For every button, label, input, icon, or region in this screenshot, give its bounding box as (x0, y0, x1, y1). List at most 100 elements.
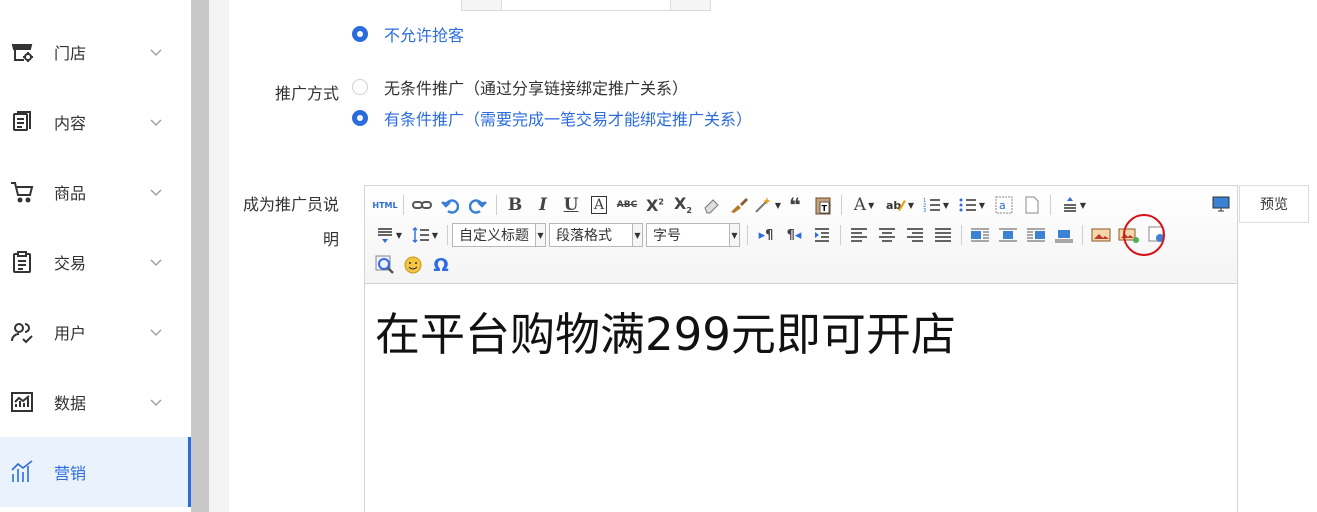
sidebar-item-content[interactable]: 内容 (0, 87, 191, 157)
html-source-button[interactable]: HTML (371, 192, 399, 218)
sidebar-item-label: 用户 (54, 324, 87, 343)
no-guest-option[interactable]: 不允许抢客 (352, 22, 464, 46)
align-right-button[interactable] (901, 222, 929, 248)
promo-option-conditional[interactable]: 有条件推广（需要完成一笔交易才能绑定推广关系） (352, 106, 752, 130)
font-border-button[interactable]: A (585, 192, 613, 218)
indent-button[interactable] (808, 222, 836, 248)
fullscreen-button[interactable] (1207, 191, 1235, 217)
indent-icon (815, 228, 829, 242)
ordered-list-button[interactable]: 1 2 3 ▼ (918, 192, 954, 218)
multi-image-icon (1118, 228, 1139, 243)
image-center-button[interactable] (1050, 222, 1078, 248)
paste-icon: T (815, 197, 831, 215)
sidebar-item-data[interactable]: 数据 (0, 367, 191, 437)
promo-method-label: 推广方式 (274, 84, 339, 103)
ltr-icon: ▸¶ (758, 227, 774, 243)
align-left-button[interactable] (845, 222, 873, 248)
promo-option-unconditional[interactable]: 无条件推广（通过分享链接绑定推广关系） (352, 75, 688, 99)
toolbar-separator (403, 195, 404, 215)
stepper-increment[interactable] (670, 0, 710, 10)
strikethrough-button[interactable]: ABC (613, 192, 641, 218)
search-replace-icon (375, 255, 394, 274)
blockquote-button[interactable]: ❝ (781, 192, 809, 218)
subscript-icon: X2 (674, 194, 692, 216)
app-root: 门店 内容 商品 交易 用户 数据 营销 不允许抢客 推广方式 无条件推广（通过… (0, 0, 1317, 512)
toolbar-separator (841, 195, 842, 215)
link-button[interactable] (408, 192, 436, 218)
font-size-select[interactable]: 字号 ▼ (646, 223, 740, 247)
sidebar-item-users[interactable]: 用户 (0, 297, 191, 367)
sidebar: 门店 内容 商品 交易 用户 数据 营销 (0, 0, 191, 512)
undo-button[interactable] (436, 192, 464, 218)
underline-icon: U (563, 195, 579, 215)
editor-content-area[interactable]: 在平台购物满299元即可开店 (365, 284, 1237, 512)
align-center-button[interactable] (873, 222, 901, 248)
font-color-button[interactable]: A ▼ (846, 192, 882, 218)
toolbar-separator (447, 225, 448, 245)
radio-checked[interactable] (352, 110, 368, 126)
number-stepper[interactable] (461, 0, 711, 11)
custom-title-select[interactable]: 自定义标题 ▼ (452, 223, 546, 247)
ltr-button[interactable]: ▸¶ (752, 222, 780, 248)
line-height-icon (412, 227, 429, 243)
omega-icon: Ω (433, 254, 449, 276)
sidebar-item-goods[interactable]: 商品 (0, 157, 191, 227)
insert-image-button[interactable] (1087, 222, 1115, 248)
rtl-button[interactable]: ¶◂ (780, 222, 808, 248)
paragraph-format-select[interactable]: 段落格式 ▼ (549, 223, 643, 247)
html-source-label: HTML (372, 200, 398, 210)
stepper-decrement[interactable] (462, 0, 502, 10)
select-all-button[interactable]: a (990, 192, 1018, 218)
search-replace-button[interactable] (371, 252, 399, 278)
align-justify-button[interactable] (929, 222, 957, 248)
subscript-button[interactable]: X2 (669, 192, 697, 218)
paste-text-button[interactable]: T (809, 192, 837, 218)
sidebar-item-trade[interactable]: 交易 (0, 227, 191, 297)
image-right-button[interactable] (1022, 222, 1050, 248)
emoji-icon (404, 256, 422, 274)
sidebar-item-marketing[interactable]: 营销 (0, 437, 191, 507)
special-char-button[interactable]: Ω (427, 252, 455, 278)
redo-button[interactable] (464, 192, 492, 218)
unordered-list-button[interactable]: ▼ (954, 192, 990, 218)
underline-button[interactable]: U (557, 192, 585, 218)
radio-label: 无条件推广（通过分享链接绑定推广关系） (384, 79, 689, 98)
preview-button[interactable]: 预览 (1239, 185, 1309, 223)
select-value: 字号 (653, 228, 681, 244)
line-height-button[interactable]: ▼ (407, 222, 443, 248)
row-spacing-top-button[interactable]: ▼ (1055, 192, 1091, 218)
promoter-desc-label-line1: 成为推广员说 (242, 195, 339, 214)
bold-button[interactable]: B (501, 192, 529, 218)
chevron-down-icon: ▼ (632, 224, 642, 246)
row-spacing-bottom-button[interactable]: ▼ (371, 222, 407, 248)
rich-text-editor: HTML B I U A ABC X2 X2 ▼ ❝ T A ▼ ab ▼ 1 … (364, 185, 1238, 512)
chart-icon (11, 392, 33, 412)
toolbar-separator (1050, 195, 1051, 215)
multi-image-button[interactable] (1115, 222, 1143, 248)
italic-icon: I (539, 195, 547, 215)
image-left-button[interactable] (994, 222, 1022, 248)
auto-format-button[interactable]: ▼ (753, 192, 781, 218)
emotion-button[interactable] (399, 252, 427, 278)
superscript-button[interactable]: X2 (641, 192, 669, 218)
select-value: 段落格式 (556, 228, 612, 244)
sidebar-scrollbar[interactable] (191, 0, 209, 512)
italic-button[interactable]: I (529, 192, 557, 218)
image-float-right-icon (1027, 228, 1045, 242)
radio-checked[interactable] (352, 26, 368, 42)
image-none-button[interactable] (966, 222, 994, 248)
select-all-icon: a (995, 196, 1013, 214)
bg-color-button[interactable]: ab ▼ (882, 192, 918, 218)
svg-text:T: T (822, 204, 828, 213)
bold-icon: B (507, 195, 523, 215)
sidebar-item-store[interactable]: 门店 (0, 17, 191, 87)
insert-frame-button[interactable] (1143, 222, 1171, 248)
quote-icon: ❝ (789, 193, 801, 217)
image-float-left-icon (999, 228, 1017, 242)
radio-unchecked[interactable] (352, 79, 368, 95)
clear-doc-button[interactable] (1018, 192, 1046, 218)
format-brush-button[interactable] (725, 192, 753, 218)
chevron-down-icon (150, 329, 162, 336)
image-float-none-icon (971, 228, 989, 242)
eraser-button[interactable] (697, 192, 725, 218)
